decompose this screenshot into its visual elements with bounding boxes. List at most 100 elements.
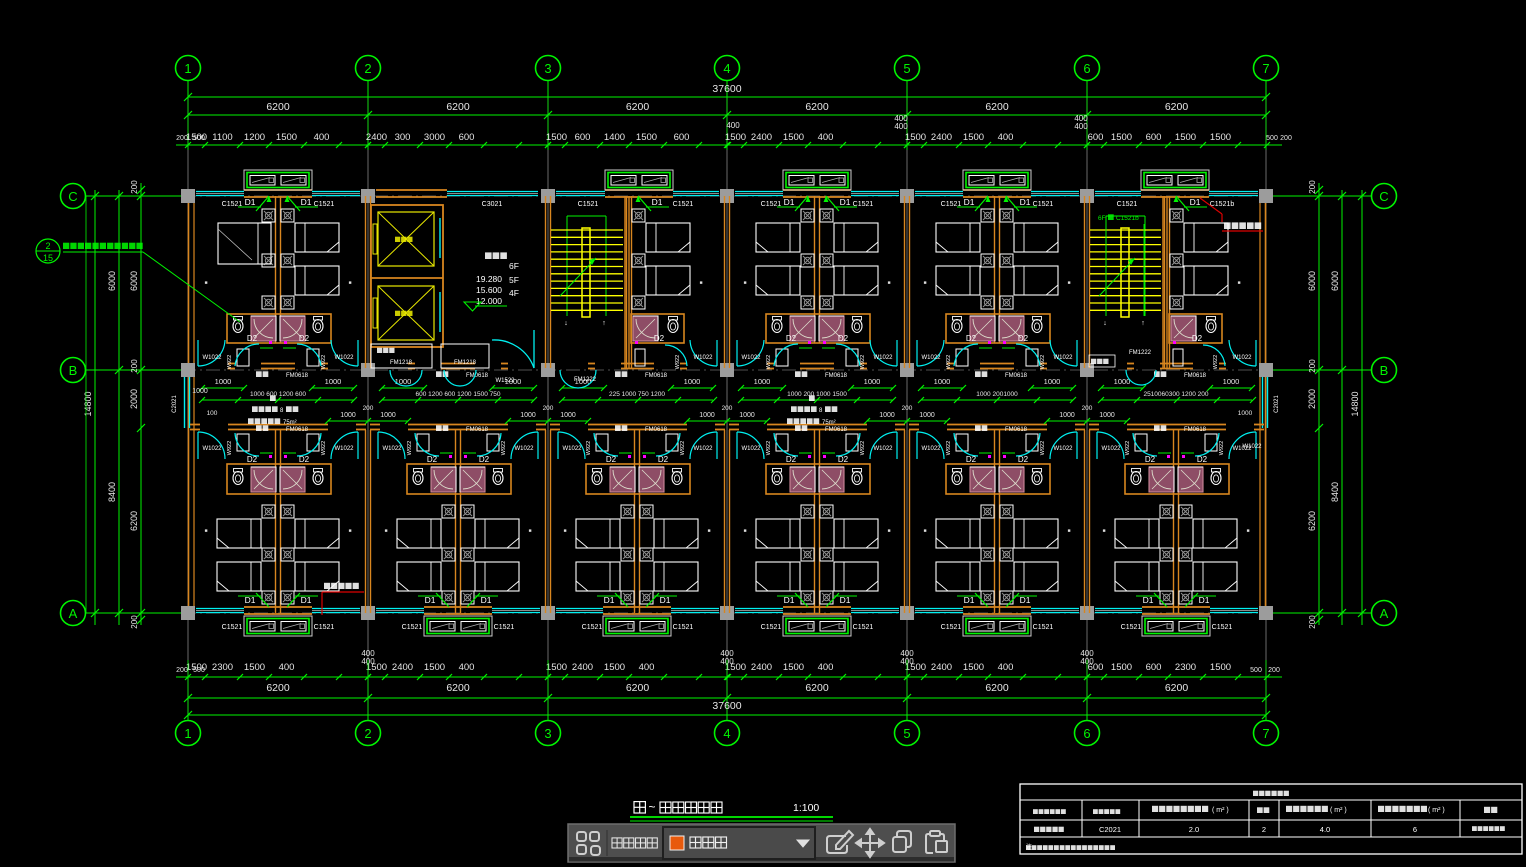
svg-text:200: 200 [1308, 615, 1317, 629]
svg-text:2510060300 1200 200: 2510060300 1200 200 [1143, 391, 1208, 398]
svg-text:D1: D1 [784, 197, 795, 207]
svg-text:400: 400 [726, 121, 740, 130]
svg-text:W1022: W1022 [202, 355, 222, 361]
svg-text:C1521: C1521 [853, 624, 874, 631]
svg-text:1000: 1000 [215, 377, 232, 386]
svg-text:6200: 6200 [805, 101, 829, 113]
svg-text:2400: 2400 [931, 132, 952, 143]
svg-text:C1521: C1521 [761, 624, 782, 631]
svg-text:400: 400 [818, 132, 834, 143]
svg-text:W1022: W1022 [921, 446, 941, 452]
svg-text:1200: 1200 [244, 132, 265, 143]
svg-text:1000: 1000 [699, 412, 715, 419]
svg-text:■: ■ [563, 528, 566, 534]
svg-text:6: 6 [1413, 825, 1417, 834]
svg-text:D2: D2 [247, 455, 258, 464]
svg-text:D2: D2 [654, 334, 665, 343]
svg-text:W1022: W1022 [334, 446, 354, 452]
svg-text:300: 300 [395, 132, 411, 143]
svg-text:225 1000 750 1200: 225 1000 750 1200 [609, 391, 665, 398]
svg-text:1500: 1500 [424, 662, 445, 673]
svg-text:■: ■ [528, 528, 531, 534]
svg-text:14800: 14800 [1350, 391, 1360, 416]
svg-text:5F: 5F [509, 275, 519, 285]
svg-text:C: C [68, 189, 77, 204]
svg-text:1500: 1500 [604, 662, 625, 673]
svg-text:6000: 6000 [1307, 271, 1317, 291]
svg-text:W922: W922 [1213, 355, 1219, 369]
svg-text:1500: 1500 [244, 662, 265, 673]
svg-text:D2: D2 [838, 455, 849, 464]
svg-text:C: C [1379, 189, 1388, 204]
svg-text:600: 600 [459, 132, 475, 143]
svg-text:75m²: 75m² [283, 420, 297, 426]
svg-text:6200: 6200 [266, 682, 290, 694]
svg-text:W1022: W1022 [921, 355, 941, 361]
svg-text:1000: 1000 [192, 388, 208, 395]
svg-text:1500: 1500 [1210, 132, 1231, 143]
svg-text:( m² ): ( m² ) [1330, 807, 1347, 814]
svg-text:1500: 1500 [276, 132, 297, 143]
svg-text:6200: 6200 [805, 682, 829, 694]
svg-text:37600: 37600 [712, 700, 741, 712]
svg-text:C1521b: C1521b [1210, 201, 1235, 208]
svg-text:W1022: W1022 [1242, 444, 1262, 450]
svg-text:1500: 1500 [783, 662, 804, 673]
svg-text:600: 600 [1088, 132, 1104, 143]
svg-text:1000: 1000 [1223, 377, 1240, 386]
svg-text:6F: 6F [1098, 215, 1106, 222]
svg-text:400: 400 [459, 662, 475, 673]
svg-text:400: 400 [998, 132, 1014, 143]
svg-text:1000: 1000 [739, 412, 755, 419]
svg-text:6: 6 [1083, 61, 1090, 76]
svg-text:6200: 6200 [266, 101, 290, 113]
svg-text:8400: 8400 [107, 482, 117, 502]
svg-text:C1521: C1521 [941, 201, 962, 208]
svg-text:D2: D2 [247, 334, 258, 343]
svg-text:■: ■ [699, 280, 702, 286]
svg-text:■: ■ [1067, 280, 1070, 286]
svg-text:1500: 1500 [905, 132, 926, 143]
svg-text:W1022: W1022 [1053, 446, 1073, 452]
svg-text:37600: 37600 [712, 83, 741, 95]
svg-text:D2: D2 [1145, 455, 1156, 464]
svg-text:1000: 1000 [395, 377, 412, 386]
svg-text:W1022: W1022 [741, 446, 761, 452]
svg-text:3: 3 [544, 61, 551, 76]
svg-text:7: 7 [1262, 61, 1269, 76]
svg-text:3000: 3000 [424, 132, 445, 143]
svg-text:D2: D2 [299, 455, 310, 464]
svg-text:C1521: C1521 [314, 201, 335, 208]
svg-text:W1022: W1022 [1101, 446, 1121, 452]
svg-text:W1022: W1022 [562, 446, 582, 452]
svg-text:2400: 2400 [572, 662, 593, 673]
svg-text:FM0618: FM0618 [466, 427, 489, 433]
svg-text:W922: W922 [501, 441, 507, 455]
svg-text:W922: W922 [1219, 441, 1225, 455]
svg-text:W922: W922 [860, 441, 866, 455]
svg-text:C1521: C1521 [941, 624, 962, 631]
svg-text:1: 1 [184, 726, 191, 741]
svg-text:FM0618: FM0618 [286, 373, 309, 379]
svg-text:2000: 2000 [1307, 389, 1317, 409]
svg-text:2: 2 [45, 241, 50, 251]
svg-text:600: 600 [1146, 132, 1162, 143]
svg-text:D1: D1 [840, 197, 851, 207]
svg-text:1000: 1000 [934, 377, 951, 386]
svg-text:C1521: C1521 [1033, 624, 1054, 631]
svg-text:■: ■ [1237, 280, 1240, 286]
svg-text:200: 200 [722, 405, 733, 412]
svg-text:1000: 1000 [1059, 412, 1075, 419]
svg-text:1500: 1500 [725, 132, 746, 143]
svg-text:C1521: C1521 [222, 201, 243, 208]
svg-text:C1521: C1521 [853, 201, 874, 208]
svg-text:■: ■ [1102, 528, 1105, 534]
svg-text:2300: 2300 [1175, 662, 1196, 673]
svg-text:600: 600 [674, 132, 690, 143]
svg-text:6200: 6200 [446, 682, 470, 694]
svg-text:( m² ): ( m² ) [1428, 807, 1445, 814]
svg-text:200: 200 [902, 405, 913, 412]
svg-text:W1022: W1022 [693, 446, 713, 452]
svg-text:FM1222: FM1222 [574, 377, 597, 383]
svg-text:■: ■ [204, 528, 207, 534]
